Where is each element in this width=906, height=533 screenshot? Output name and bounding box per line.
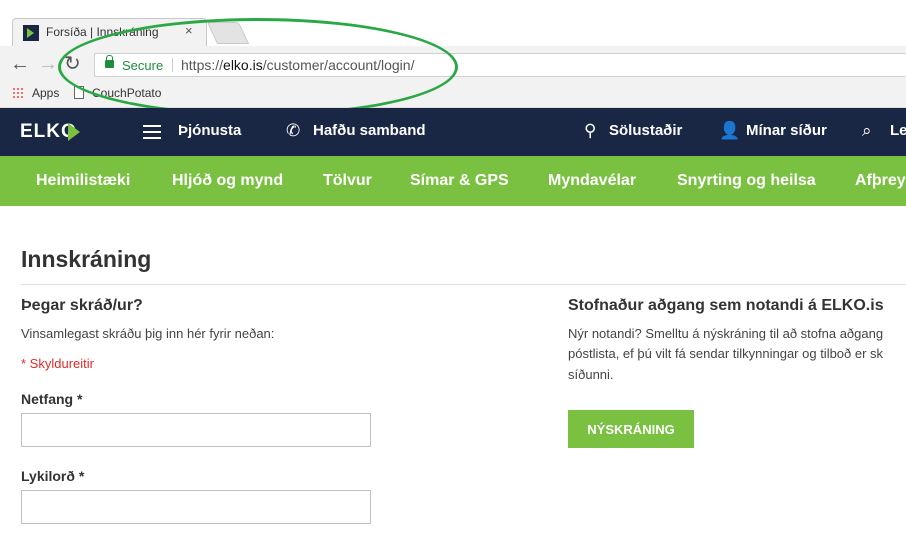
browser-tab[interactable]: Forsíða | Innskráning ×	[12, 18, 207, 46]
apps-grid-icon	[12, 87, 24, 99]
browser-toolbar: ← → ↻ Secure https://elko.is/customer/ac…	[0, 46, 906, 84]
browser-tabstrip: Forsíða | Innskráning ×	[0, 0, 906, 46]
forward-arrow-icon[interactable]: →	[38, 53, 58, 75]
url-path: /customer/account/login/	[262, 57, 415, 73]
email-label: Netfang *	[21, 391, 83, 407]
bookmarks-bar: Apps CouchPotato	[0, 84, 906, 108]
back-arrow-icon[interactable]: ←	[10, 53, 30, 75]
password-field[interactable]	[21, 490, 371, 524]
bookmark-couchpotato[interactable]: CouchPotato	[92, 86, 161, 100]
header-item-my-pages[interactable]: Mínar síður	[746, 122, 827, 139]
phone-icon: ✆	[286, 121, 301, 140]
site-header: ELKO Þjónusta ✆ Hafðu samband ⚲ Sölustað…	[0, 108, 906, 156]
title-divider	[21, 284, 906, 285]
cat-simar-gps[interactable]: Símar & GPS	[410, 172, 509, 190]
url-scheme: https://	[181, 57, 224, 73]
secure-label: Secure	[122, 58, 164, 73]
address-bar[interactable]: Secure https://elko.is/customer/account/…	[94, 53, 906, 77]
register-button[interactable]: NÝSKRÁNING	[568, 410, 694, 448]
cat-snyrting-og-heilsa[interactable]: Snyrting og heilsa	[677, 172, 816, 190]
cat-afthreying[interactable]: Afþrey	[855, 172, 906, 190]
login-heading: Þegar skráð/ur?	[21, 297, 143, 314]
email-field[interactable]	[21, 413, 371, 447]
logo-chevron-icon	[68, 123, 80, 141]
url-text[interactable]: https://elko.is/customer/account/login/	[181, 57, 414, 73]
tab-title: Forsíða | Innskráning	[46, 25, 159, 39]
register-heading: Stofnaður aðgang sem notandi á ELKO.is	[568, 297, 884, 314]
reload-icon[interactable]: ↻	[64, 53, 81, 75]
page-title: Innskráning	[21, 246, 152, 272]
user-icon: 👤	[719, 121, 741, 140]
category-nav: Heimilistæki Hljóð og mynd Tölvur Símar …	[0, 156, 906, 206]
url-host: elko.is	[223, 57, 263, 73]
search-icon[interactable]: ⌕	[862, 121, 872, 141]
close-icon[interactable]: ×	[185, 23, 193, 38]
cat-myndavelar[interactable]: Myndavélar	[548, 172, 636, 190]
password-label: Lykilorð *	[21, 468, 85, 484]
register-text-line3: síðunni.	[568, 367, 614, 382]
location-pin-icon: ⚲	[584, 121, 597, 140]
bookmark-apps[interactable]: Apps	[32, 86, 59, 100]
lock-icon	[105, 55, 114, 68]
required-note: * Skyldureitir	[21, 356, 94, 371]
header-item-stores[interactable]: Sölustaðir	[609, 122, 682, 139]
header-item-thjonusta[interactable]: Þjónusta	[178, 122, 241, 139]
cat-tolvur[interactable]: Tölvur	[323, 172, 372, 190]
elko-favicon-icon	[23, 25, 39, 41]
register-text-line2: póstlista, ef þú vilt fá sendar tilkynni…	[568, 346, 884, 361]
menu-icon[interactable]	[143, 125, 161, 139]
login-intro: Vinsamlegast skráðu þig inn hér fyrir ne…	[21, 326, 275, 341]
new-tab-button[interactable]	[206, 22, 250, 44]
register-text-line1: Nýr notandi? Smelltu á nýskráning til að…	[568, 326, 884, 341]
omnibox-separator	[172, 58, 173, 72]
header-item-search[interactable]: Le	[890, 122, 906, 139]
header-item-contact[interactable]: Hafðu samband	[313, 122, 426, 139]
page-icon	[74, 86, 84, 99]
cat-hljod-og-mynd[interactable]: Hljóð og mynd	[172, 172, 283, 190]
cat-heimilistaeki[interactable]: Heimilistæki	[36, 172, 130, 190]
